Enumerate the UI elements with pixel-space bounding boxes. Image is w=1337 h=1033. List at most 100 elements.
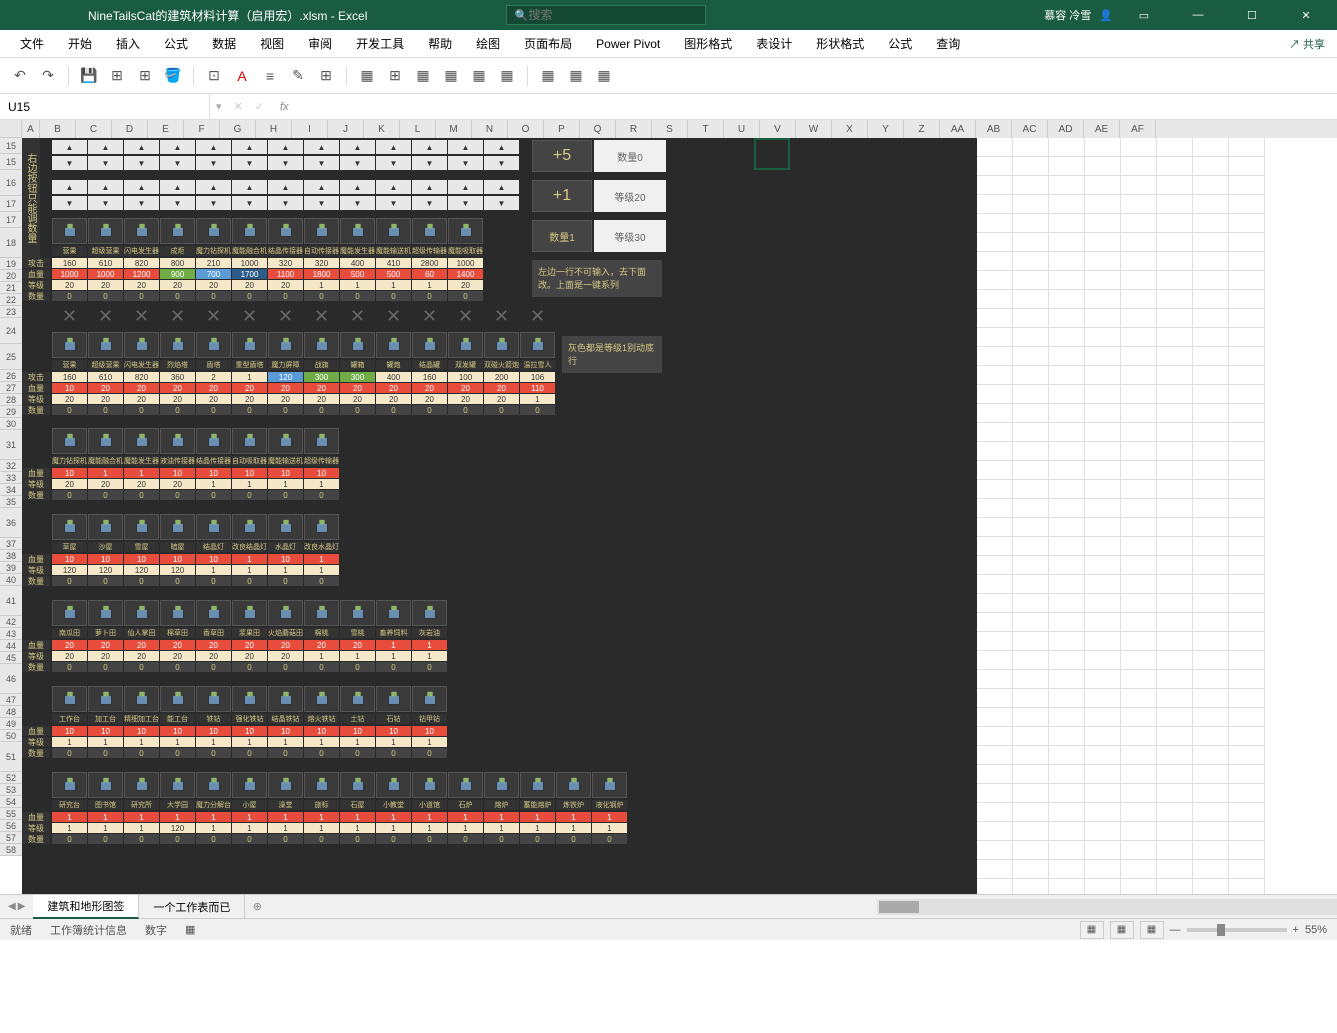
empty-cell[interactable] — [1085, 575, 1121, 594]
level-value[interactable]: 1 — [124, 823, 159, 833]
empty-cell[interactable] — [1085, 290, 1121, 309]
qty-value[interactable]: 0 — [52, 405, 87, 415]
fill-button[interactable]: 🪣 — [161, 64, 185, 88]
empty-cell[interactable] — [1157, 708, 1193, 727]
empty-cell[interactable] — [1157, 252, 1193, 271]
group-button[interactable]: ▦ — [439, 64, 463, 88]
qty-value[interactable]: 0 — [592, 834, 627, 844]
empty-cell[interactable] — [1121, 366, 1157, 385]
ribbon-mode-button[interactable]: ▭ — [1121, 0, 1167, 30]
empty-cell[interactable] — [1049, 442, 1085, 461]
qty-value[interactable]: 0 — [448, 291, 483, 301]
empty-cell[interactable] — [1121, 347, 1157, 366]
empty-cell[interactable] — [1013, 347, 1049, 366]
empty-cell[interactable] — [1229, 157, 1265, 176]
empty-cell[interactable] — [977, 480, 1013, 499]
empty-cell[interactable] — [1049, 632, 1085, 651]
row-header[interactable]: 17 — [0, 212, 22, 228]
blood-value[interactable]: 1 — [340, 812, 375, 822]
empty-cell[interactable] — [977, 157, 1013, 176]
empty-cell[interactable] — [1193, 784, 1229, 803]
blood-value[interactable]: 1200 — [124, 269, 159, 279]
qty-up-button[interactable]: ▼ — [124, 156, 159, 170]
empty-cell[interactable] — [1229, 708, 1265, 727]
empty-cell[interactable] — [1013, 575, 1049, 594]
qty-up-button[interactable]: ▼ — [340, 156, 375, 170]
empty-cell[interactable] — [1013, 651, 1049, 670]
empty-cell[interactable] — [1157, 366, 1193, 385]
empty-cell[interactable] — [1013, 233, 1049, 252]
share-button[interactable]: ↗ 共享 — [1277, 36, 1337, 52]
empty-cell[interactable] — [1157, 138, 1193, 157]
blood-value[interactable]: 20 — [52, 640, 87, 650]
empty-cell[interactable] — [1193, 879, 1229, 894]
empty-cell[interactable] — [1157, 518, 1193, 537]
qty-value[interactable]: 0 — [124, 748, 159, 758]
empty-cell[interactable] — [977, 518, 1013, 537]
blood-value[interactable]: 10 — [160, 554, 195, 564]
empty-cell[interactable] — [1121, 746, 1157, 765]
row-header[interactable]: 33 — [0, 472, 22, 484]
empty-cell[interactable] — [1013, 309, 1049, 328]
empty-cell[interactable] — [1049, 195, 1085, 214]
blood-value[interactable]: 10 — [232, 726, 267, 736]
empty-cell[interactable] — [1085, 784, 1121, 803]
empty-cell[interactable] — [1013, 860, 1049, 879]
add-sheet-button[interactable]: ⊕ — [245, 900, 269, 913]
empty-cell[interactable] — [1121, 195, 1157, 214]
row-header[interactable]: 53 — [0, 784, 22, 796]
empty-cell[interactable] — [1157, 385, 1193, 404]
row-header[interactable]: 36 — [0, 508, 22, 538]
qty-value[interactable]: 0 — [160, 748, 195, 758]
col-header[interactable]: Q — [580, 120, 616, 138]
qty-value[interactable]: 0 — [196, 748, 231, 758]
blood-value[interactable]: 20 — [340, 383, 375, 393]
row-header[interactable]: 57 — [0, 832, 22, 844]
attack-value[interactable]: 160 — [412, 372, 447, 382]
blood-value[interactable]: 20 — [88, 640, 123, 650]
empty-cell[interactable] — [1121, 670, 1157, 689]
qty-down-button[interactable]: ▼ — [304, 196, 339, 210]
row-header[interactable]: 19 — [0, 258, 22, 270]
empty-cell[interactable] — [1049, 404, 1085, 423]
level-value[interactable]: 20 — [268, 280, 303, 290]
empty-cell[interactable] — [977, 765, 1013, 784]
blood-value[interactable]: 1 — [88, 468, 123, 478]
level-value[interactable]: 1 — [304, 823, 339, 833]
empty-cell[interactable] — [1157, 290, 1193, 309]
qty-value[interactable]: 0 — [448, 834, 483, 844]
empty-cell[interactable] — [1085, 727, 1121, 746]
empty-cell[interactable] — [977, 841, 1013, 860]
level-value[interactable]: 1 — [268, 565, 303, 575]
zoom-in-button[interactable]: + — [1293, 924, 1299, 936]
blood-value[interactable]: 1 — [520, 812, 555, 822]
col-header[interactable]: T — [688, 120, 724, 138]
blood-value[interactable]: 10 — [88, 726, 123, 736]
blood-value[interactable]: 1 — [592, 812, 627, 822]
empty-cell[interactable] — [1193, 214, 1229, 233]
col-header[interactable]: L — [400, 120, 436, 138]
qty-value[interactable]: 0 — [88, 405, 123, 415]
level-value[interactable]: 1 — [232, 479, 267, 489]
row-header[interactable]: 58 — [0, 844, 22, 856]
empty-cell[interactable] — [1013, 879, 1049, 894]
level-value[interactable]: 20 — [160, 479, 195, 489]
qty-value[interactable]: 0 — [412, 834, 447, 844]
empty-cell[interactable] — [977, 708, 1013, 727]
row-header[interactable]: 41 — [0, 586, 22, 616]
qty-value[interactable]: 0 — [232, 748, 267, 758]
attack-value[interactable]: 610 — [88, 258, 123, 268]
empty-cell[interactable] — [1085, 651, 1121, 670]
qty-value[interactable]: 0 — [232, 291, 267, 301]
qty-value[interactable]: 0 — [124, 834, 159, 844]
blood-value[interactable]: 10 — [160, 468, 195, 478]
blood-value[interactable]: 10 — [376, 726, 411, 736]
empty-cell[interactable] — [1157, 195, 1193, 214]
qty-value[interactable]: 0 — [88, 834, 123, 844]
empty-cell[interactable] — [977, 328, 1013, 347]
empty-cell[interactable] — [977, 195, 1013, 214]
level-value[interactable]: 120 — [160, 565, 195, 575]
search-input[interactable] — [529, 8, 697, 22]
tab-developer[interactable]: 开发工具 — [344, 30, 416, 58]
col-header[interactable]: AA — [940, 120, 976, 138]
